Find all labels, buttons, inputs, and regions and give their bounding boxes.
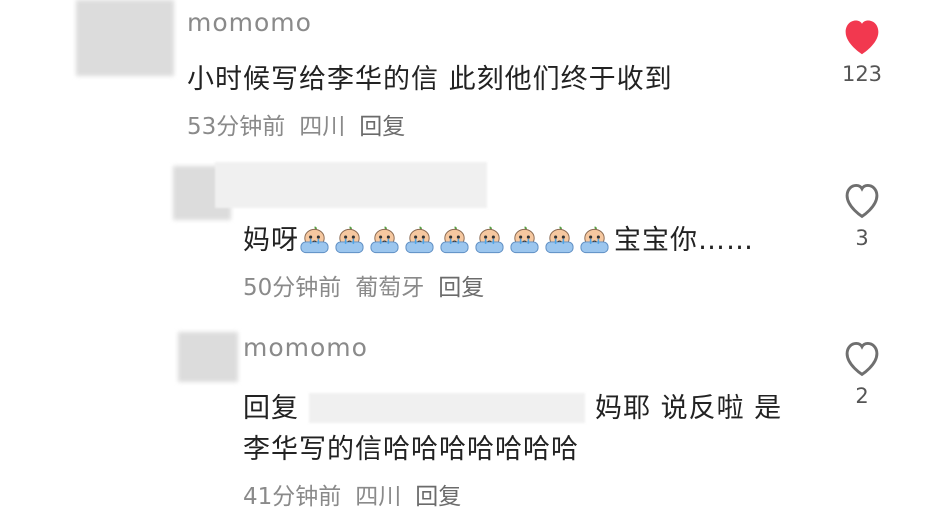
reply-button[interactable]: 回复: [415, 484, 461, 510]
comment-username[interactable]: momomo: [187, 8, 312, 37]
crying-face-emoji: [335, 226, 364, 254]
like-button[interactable]: 123: [832, 16, 892, 86]
comment-text-prefix: 妈呀: [243, 225, 299, 256]
comment-location: 四川: [355, 484, 402, 510]
crying-face-emoji: [580, 226, 609, 254]
like-button[interactable]: 2: [832, 338, 892, 408]
comment-time: 41分钟前: [243, 484, 342, 510]
comment-time: 50分钟前: [243, 275, 342, 301]
comment-location: 葡萄牙: [355, 275, 425, 301]
crying-face-emoji: [300, 226, 329, 254]
comment-text: 妈呀 宝宝你……: [243, 218, 754, 257]
crying-face-emoji: [370, 226, 399, 254]
comment-text: 妈耶 说反啦 是: [595, 393, 783, 424]
comment-text: 小时候写给李华的信 此刻他们终于收到: [187, 64, 673, 95]
like-count: 3: [855, 226, 869, 250]
comment-text-suffix: 宝宝你……: [614, 225, 754, 256]
heart-outline-icon: [845, 183, 879, 219]
comment-meta: 50分钟前 葡萄牙 回复: [243, 268, 498, 302]
heart-filled-icon: [845, 20, 879, 55]
crying-face-emoji: [545, 226, 574, 254]
heart-outline-icon: [845, 341, 879, 377]
comment-location: 四川: [299, 114, 346, 140]
reply-button[interactable]: 回复: [438, 275, 484, 301]
comment-time: 53分钟前: [187, 114, 286, 140]
crying-face-emoji: [405, 226, 434, 254]
like-count: 2: [855, 384, 869, 408]
crying-face-emoji: [440, 226, 469, 254]
like-button[interactable]: 3: [832, 180, 892, 250]
comment-text-line1: 回复 妈耶 说反啦 是: [243, 386, 782, 425]
reply-prefix: 回复: [243, 393, 299, 424]
comment-text-line2: 李华写的信哈哈哈哈哈哈哈: [243, 434, 579, 465]
avatar[interactable]: [178, 332, 238, 382]
crying-face-emoji: [510, 226, 539, 254]
comment-meta: 41分钟前 四川 回复: [243, 477, 475, 511]
like-count: 123: [841, 62, 883, 86]
emoji-row: [299, 225, 614, 256]
crying-face-emoji: [475, 226, 504, 254]
redacted-username: [215, 162, 487, 208]
reply-button[interactable]: 回复: [359, 114, 405, 140]
comment-username[interactable]: momomo: [243, 333, 368, 362]
redacted-mention: [309, 393, 585, 423]
avatar[interactable]: [76, 0, 174, 76]
comment-meta: 53分钟前 四川 回复: [187, 107, 419, 141]
